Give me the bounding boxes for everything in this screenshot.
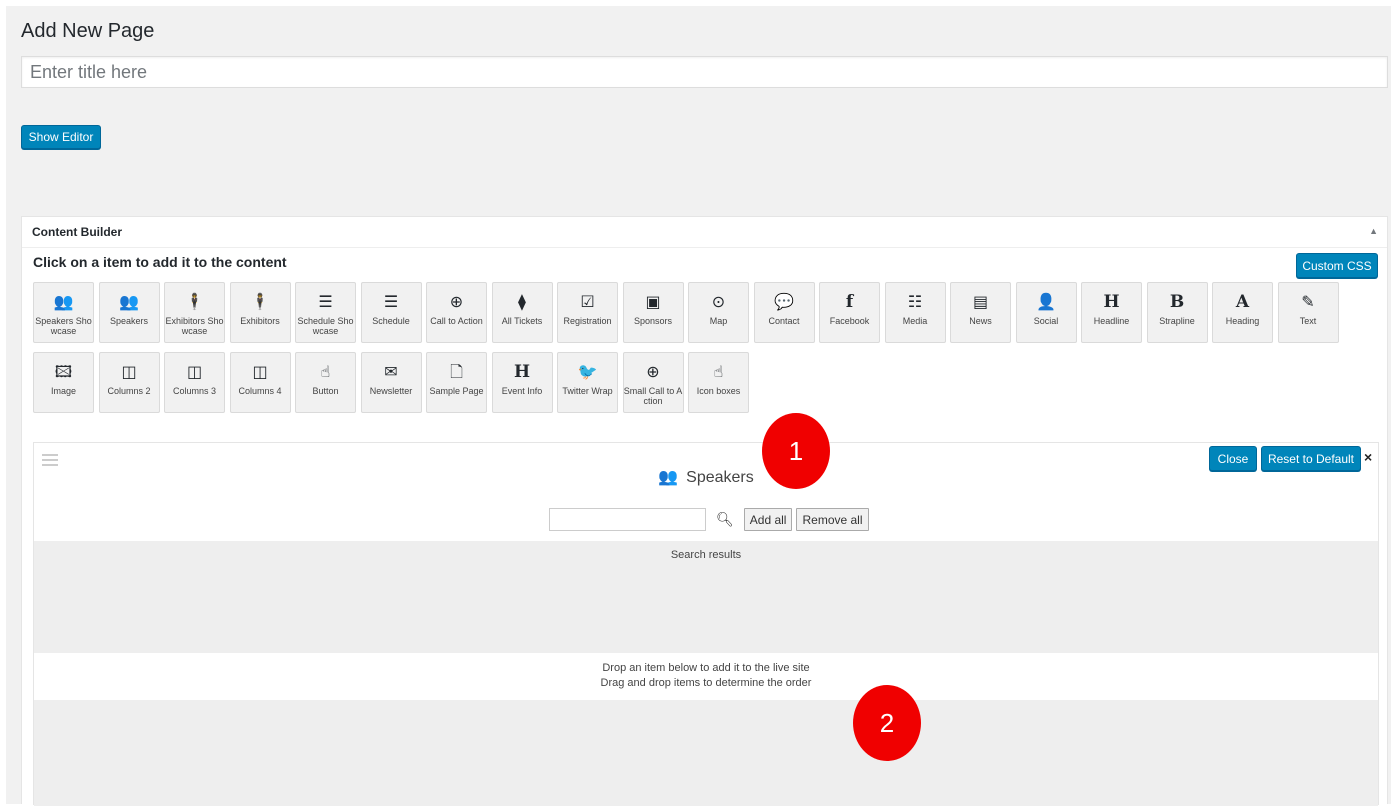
pointer-hand-icon: ☝ xyxy=(713,362,724,381)
file-icon: 🗋 xyxy=(450,362,463,381)
columns-icon: ◫ xyxy=(252,362,268,381)
facebook-icon: f xyxy=(845,292,854,312)
tile-facebook[interactable]: f Facebook xyxy=(819,282,880,343)
gamepad-icon: ⊕ xyxy=(449,292,464,311)
page-title: Add New Page xyxy=(21,20,155,42)
drop-instruction-line-1: Drop an item below to add it to the live… xyxy=(602,662,810,674)
tile-heading[interactable]: A Heading xyxy=(1212,282,1273,343)
module-title: 👥 Speakers xyxy=(658,469,754,486)
columns-icon: ◫ xyxy=(186,362,203,381)
tile-all-tickets[interactable]: ⧫ All Tickets xyxy=(491,282,553,343)
search-results-label: Search results xyxy=(670,549,742,561)
tile-columns-2[interactable]: ◫ Columns 2 xyxy=(98,352,160,413)
search-results-zone[interactable]: Search results xyxy=(34,541,1378,653)
tile-headline[interactable]: H Headline xyxy=(1081,282,1142,343)
tile-call-to-action[interactable]: ⊕ Call to Action xyxy=(426,282,487,343)
tile-newsletter[interactable]: ✉ Newsletter xyxy=(360,352,422,413)
list-icon: ☷ xyxy=(907,292,923,311)
bold-b-icon: B xyxy=(1169,292,1185,312)
tile-sample-page[interactable]: 🗋 Sample Page xyxy=(426,352,487,413)
server-icon: ☰ xyxy=(383,292,399,311)
search-input[interactable] xyxy=(549,508,706,531)
tile-columns-3[interactable]: ◫ Columns 3 xyxy=(164,352,225,413)
ticket-icon: ⧫ xyxy=(518,292,526,311)
tile-news[interactable]: ▤ News xyxy=(950,282,1011,343)
annotation-marker-2: 2 xyxy=(853,685,921,761)
tile-image[interactable]: 🖾 Image xyxy=(33,352,94,413)
tile-twitter-wrap[interactable]: 🐦 Twitter Wrap xyxy=(557,352,618,413)
users-icon: 👥 xyxy=(119,292,139,311)
tile-speakers-showcase[interactable]: 👥 Speakers Showcase xyxy=(33,282,94,343)
heading-h-icon: H xyxy=(513,362,531,382)
tile-button[interactable]: ☝ Button xyxy=(295,352,356,413)
pointer-hand-icon: ☝ xyxy=(320,362,331,381)
drop-instruction-line-2: Drag and drop items to determine the ord… xyxy=(600,677,812,689)
tile-strapline[interactable]: B Strapline xyxy=(1146,282,1208,343)
tile-schedule-showcase[interactable]: ☰ Schedule Showcase xyxy=(295,282,356,343)
server-icon: ☰ xyxy=(318,292,333,311)
envelope-icon: ✉ xyxy=(384,362,398,381)
tile-map[interactable]: ⊙ Map xyxy=(688,282,749,343)
users-icon: 👥 xyxy=(53,292,74,311)
tile-columns-4[interactable]: ◫ Columns 4 xyxy=(229,352,291,413)
letter-a-icon: A xyxy=(1235,292,1250,312)
collapse-toggle-icon[interactable]: ▲ xyxy=(1369,226,1378,236)
columns-icon: ◫ xyxy=(121,362,137,381)
add-all-button[interactable]: Add all xyxy=(743,508,793,531)
checkbox-icon: ☑ xyxy=(580,292,595,311)
custom-css-button[interactable]: Custom CSS xyxy=(1296,253,1378,278)
person-icon: 🕴 xyxy=(184,292,205,311)
content-builder-box: Content Builder ▲ Click on a item to add… xyxy=(21,216,1388,806)
tile-social[interactable]: 👤 Social xyxy=(1015,282,1077,343)
tile-text[interactable]: ✎ Text xyxy=(1277,282,1339,343)
dot-circle-icon: ⊙ xyxy=(711,292,726,311)
tile-event-info[interactable]: H Event Info xyxy=(491,352,553,413)
content-builder-header[interactable]: Content Builder ▲ xyxy=(22,217,1387,248)
heading-h-icon: H xyxy=(1103,292,1120,312)
builder-instructions: Click on a item to add it to the content xyxy=(33,254,287,270)
money-icon: ▣ xyxy=(645,292,661,311)
users-icon: 👥 xyxy=(658,469,679,486)
search-icon[interactable]: 🔍︎ xyxy=(716,511,734,528)
gamepad-icon: ⊕ xyxy=(646,362,660,381)
remove-module-icon[interactable]: × xyxy=(1364,449,1372,465)
speakers-module-panel: Close Reset to Default × 👥 Speakers 🔍︎ Ad… xyxy=(33,442,1379,806)
tile-contact[interactable]: 💬 Contact xyxy=(753,282,815,343)
tile-small-call-to-action[interactable]: ⊕ Small Call to Action xyxy=(622,352,684,413)
drop-instructions: Drop an item below to add it to the live… xyxy=(34,653,1378,700)
content-builder-title: Content Builder xyxy=(32,225,122,239)
search-row: 🔍︎ Add all Remove all xyxy=(549,508,869,531)
remove-all-button[interactable]: Remove all xyxy=(796,508,869,531)
tile-icon-boxes[interactable]: ☝ Icon boxes xyxy=(688,352,749,413)
image-icon: 🖾 xyxy=(54,362,73,381)
tile-registration[interactable]: ☑ Registration xyxy=(557,282,618,343)
annotation-marker-1: 1 xyxy=(762,413,830,489)
person-icon: 🕴 xyxy=(250,292,270,311)
live-site-drop-zone[interactable] xyxy=(34,700,1378,806)
post-title-input[interactable] xyxy=(21,56,1388,88)
comment-icon: 💬 xyxy=(774,292,794,311)
tile-sponsors[interactable]: ▣ Sponsors xyxy=(622,282,684,343)
tile-schedule[interactable]: ☰ Schedule xyxy=(360,282,422,343)
tile-exhibitors[interactable]: 🕴 Exhibitors xyxy=(229,282,291,343)
pencil-icon: ✎ xyxy=(1301,292,1315,311)
tile-media[interactable]: ☷ Media xyxy=(884,282,946,343)
twitter-icon: 🐦 xyxy=(577,362,598,381)
user-plus-icon: 👤 xyxy=(1036,292,1056,311)
tile-exhibitors-showcase[interactable]: 🕴 Exhibitors Showcase xyxy=(164,282,225,343)
tile-speakers[interactable]: 👥 Speakers xyxy=(98,282,160,343)
newspaper-icon: ▤ xyxy=(972,292,989,311)
show-editor-button[interactable]: Show Editor xyxy=(21,125,101,149)
